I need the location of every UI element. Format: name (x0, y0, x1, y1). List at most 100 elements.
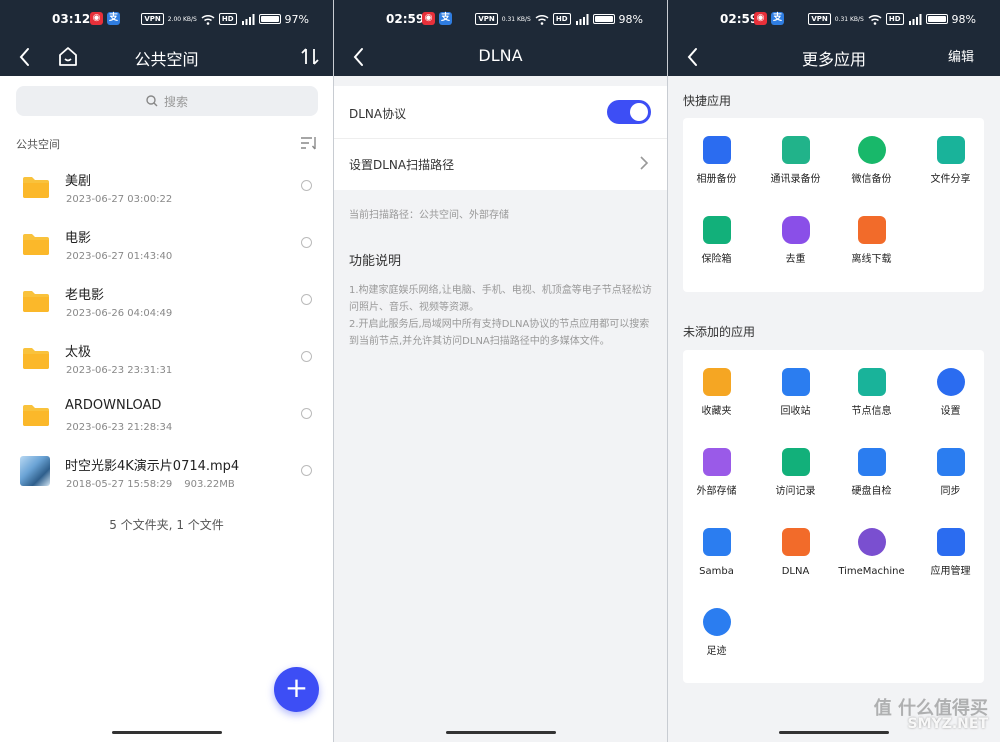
dlna-settings-card: DLNA协议 设置DLNA扫描路径 (334, 86, 667, 190)
status-icons: VPN 2.00 KB/S HD 97% (141, 12, 309, 26)
status-bar: 02:59 ◉ 支 VPN 0.31 KB/S HD 98% (334, 0, 667, 40)
app-notification-icon: ◉ (422, 12, 435, 25)
file-row[interactable]: ARDOWNLOAD 2023-06-23 21:28:34 (0, 388, 333, 445)
vpn-icon: VPN (141, 13, 164, 25)
app-label: 回收站 (780, 406, 811, 417)
app-label: DLNA (781, 566, 810, 577)
battery-icon (258, 14, 281, 24)
search-input[interactable]: 搜索 (16, 86, 318, 116)
app-label: 足迹 (706, 646, 727, 657)
select-radio[interactable] (301, 294, 312, 305)
alipay-notification-icon: 支 (439, 12, 452, 25)
app-node-info[interactable]: 节点信息 (834, 368, 909, 418)
app-contacts-backup[interactable]: 通讯录备份 (758, 136, 833, 186)
battery-percent: 98% (951, 12, 976, 26)
app-external-storage[interactable]: 外部存储 (679, 448, 754, 498)
file-row[interactable]: 太极 2023-06-23 23:31:31 (0, 331, 333, 388)
file-date: 2023-06-23 21:28:34 (66, 422, 173, 433)
app-label: 硬盘自检 (851, 486, 892, 497)
hd-icon: HD (552, 13, 571, 25)
page-title: DLNA (478, 46, 523, 65)
status-icons: VPN 0.31 KB/S HD 98% (808, 12, 976, 26)
file-name: 老电影 (65, 288, 105, 303)
dlna-settings-screen: 02:59 ◉ 支 VPN 0.31 KB/S HD 98% DLNA DLNA… (334, 0, 667, 742)
file-name: 太极 (65, 345, 92, 360)
file-name: 美剧 (65, 174, 92, 189)
function-description: 1.构建家庭娱乐网络,让电脑、手机、电视、机顶盒等电子节点轻松访问照片、音乐、视… (349, 282, 654, 350)
app-disk-check[interactable]: 硬盘自检 (834, 448, 909, 498)
file-row[interactable]: 时空光影4K演示片0714.mp4 2018-05-27 15:58:29 903… (0, 445, 333, 502)
chart-icon (857, 368, 886, 396)
add-button[interactable]: + (274, 667, 319, 712)
app-favorites[interactable]: 收藏夹 (679, 368, 754, 418)
quick-apps-card: 相册备份 通讯录备份 微信备份 文件分享 保险箱 去重 离线下载 (683, 118, 984, 292)
app-settings[interactable]: 设置 (913, 368, 988, 418)
more-apps-screen: 02:59 ◉ 支 VPN 0.31 KB/S HD 98% 更多应用 编辑 快… (668, 0, 1000, 742)
trash-icon (781, 368, 810, 396)
app-label: 相册备份 (696, 174, 737, 185)
app-label: 保险箱 (701, 254, 732, 265)
select-radio[interactable] (301, 237, 312, 248)
app-sync[interactable]: 同步 (913, 448, 988, 498)
watermark-secondary: SMYZ.NET (907, 716, 988, 732)
app-label: 微信备份 (851, 174, 892, 185)
clock-icon (857, 528, 886, 556)
app-footprint[interactable]: 足迹 (679, 608, 754, 658)
dlna-protocol-toggle[interactable] (607, 100, 651, 124)
battery-percent: 97% (284, 12, 309, 26)
status-time: 02:59 (720, 12, 759, 26)
gear-icon (936, 368, 965, 396)
log-icon (781, 448, 810, 476)
lock-icon (702, 216, 731, 244)
app-recycle-bin[interactable]: 回收站 (758, 368, 833, 418)
description-line: 2.开启此服务后,局域网中所有支持DLNA协议的节点应用都可以搜索到当前节点,并… (349, 319, 650, 347)
dlna-protocol-label: DLNA协议 (349, 107, 407, 121)
app-dedupe[interactable]: 去重 (758, 216, 833, 266)
app-label: 同步 (940, 486, 961, 497)
app-label: 文件分享 (930, 174, 971, 185)
file-meta: 2023-06-23 21:28:34 (66, 422, 172, 433)
disk-check-icon (857, 448, 886, 476)
list-sort-icon[interactable] (299, 134, 319, 152)
sort-icon[interactable] (299, 44, 321, 70)
edit-button[interactable]: 编辑 (948, 46, 974, 65)
scan-path-label[interactable]: 设置DLNA扫描路径 (349, 156, 454, 173)
app-access-log[interactable]: 访问记录 (758, 448, 833, 498)
toggle-knob (630, 103, 648, 121)
app-label: 设置 (940, 406, 961, 417)
function-title: 功能说明 (349, 254, 402, 269)
vpn-icon: VPN (475, 13, 498, 25)
app-dlna[interactable]: DLNA (758, 528, 833, 578)
file-share-icon (936, 136, 965, 164)
status-time: 03:12 (52, 12, 91, 26)
select-radio[interactable] (301, 180, 312, 191)
app-photo-backup[interactable]: 相册备份 (679, 136, 754, 186)
chevron-right-icon[interactable] (639, 156, 649, 170)
file-date: 2023-06-27 01:43:40 (66, 251, 173, 262)
app-time-machine[interactable]: TimeMachine (834, 528, 909, 578)
file-summary: 5 个文件夹, 1 个文件 (109, 518, 224, 532)
select-radio[interactable] (301, 408, 312, 419)
home-indicator (445, 731, 556, 734)
section-label: 公共空间 (16, 138, 60, 151)
app-samba[interactable]: Samba (679, 528, 754, 578)
dlna-icon (781, 528, 810, 556)
app-offline-download[interactable]: 离线下载 (834, 216, 909, 266)
hd-icon: HD (218, 13, 237, 25)
app-safe-box[interactable]: 保险箱 (679, 216, 754, 266)
app-manager[interactable]: 应用管理 (913, 528, 988, 578)
file-row[interactable]: 电影 2023-06-27 01:43:40 (0, 217, 333, 274)
file-row[interactable]: 美剧 2023-06-27 03:00:22 (0, 160, 333, 217)
divider (334, 138, 667, 139)
search-icon (146, 95, 158, 107)
select-radio[interactable] (301, 351, 312, 362)
app-notification-icon: ◉ (754, 12, 767, 25)
net-speed: 2.00 KB/S (167, 15, 197, 23)
page-title: 公共空间 (134, 50, 199, 69)
app-file-share[interactable]: 文件分享 (913, 136, 988, 186)
app-wechat-backup[interactable]: 微信备份 (834, 136, 909, 186)
file-meta: 2018-05-27 15:58:29 903.22MB (66, 479, 235, 490)
file-row[interactable]: 老电影 2023-06-26 04:04:49 (0, 274, 333, 331)
dedupe-icon (781, 216, 810, 244)
select-radio[interactable] (301, 465, 312, 476)
